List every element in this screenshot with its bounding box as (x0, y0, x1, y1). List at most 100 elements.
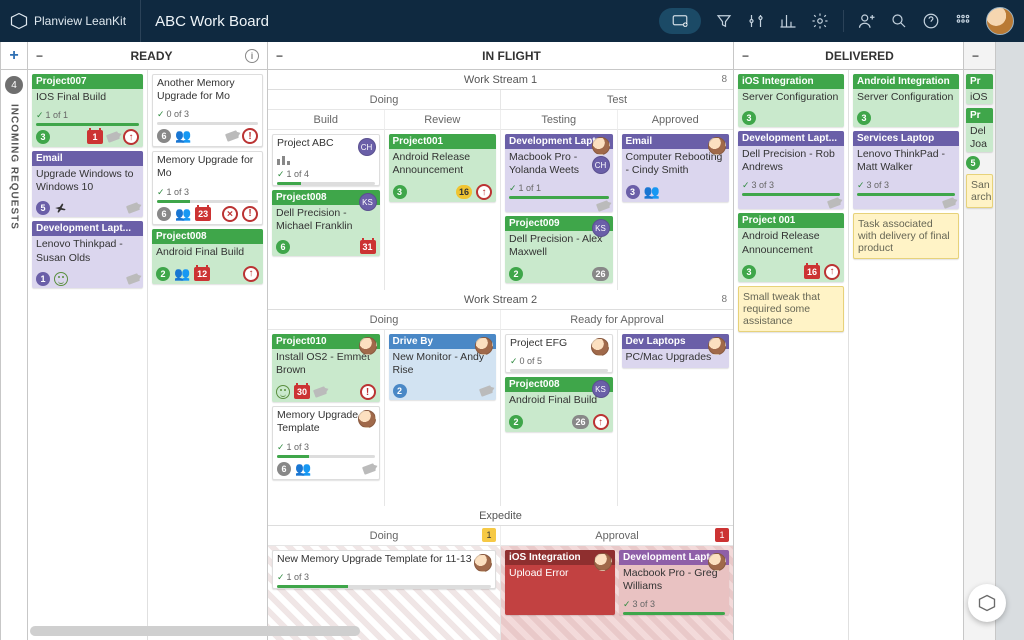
assignee-avatar (474, 554, 492, 572)
add-card-button[interactable]: + (1, 42, 27, 70)
apps-icon[interactable] (954, 12, 972, 30)
collapse-icon[interactable]: − (36, 49, 50, 63)
card[interactable]: Email Upgrade Windows to Windows 10 5 (32, 151, 143, 217)
card[interactable]: Project007 IOS Final Build ✓1 of 1 31 (32, 74, 143, 147)
smiley-icon (54, 272, 68, 286)
expedite-approval-col[interactable]: iOS Integration Upload Error Development… (501, 546, 733, 640)
tag-icon (361, 463, 375, 475)
card[interactable]: Email Computer Rebooting - Cindy Smith 3… (622, 134, 730, 202)
lane-overflow[interactable]: − PriOS PrDelJoa 5 Sanarch (964, 42, 996, 640)
tag-icon (595, 200, 609, 212)
card[interactable]: Project001 Android Release Announcement … (389, 134, 497, 202)
card-body: Android Release Announcement (738, 228, 844, 260)
ready-col-2[interactable]: Another Memory Upgrade for Mo ✓0 of 3 6👥… (148, 70, 267, 640)
present-button[interactable] (659, 8, 701, 34)
card[interactable]: Development Lapt... Macbook Pro - Greg W… (619, 550, 729, 615)
info-icon[interactable]: i (245, 49, 259, 63)
swimlane-ws2-header[interactable]: Work Stream 28 (268, 290, 733, 310)
people-icon: 👥 (175, 128, 191, 144)
card[interactable]: KS Project008 Android Final Build 226 (505, 377, 613, 432)
people-icon: 👥 (295, 461, 311, 477)
board-title: ABC Work Board (155, 13, 645, 30)
lane-header-delivered[interactable]: − DELIVERED (734, 42, 963, 70)
card[interactable]: iOS Integration Upload Error (505, 550, 615, 615)
assignee-avatar (358, 410, 376, 428)
alert-icon (360, 384, 376, 400)
delivered-col-1[interactable]: iOS Integration Server Configuration 3 D… (734, 70, 849, 640)
brand-logo[interactable]: Planview LeanKit (10, 0, 141, 42)
card[interactable]: CH Project ABC ✓1 of 4 (272, 134, 380, 186)
search-icon[interactable] (890, 12, 908, 30)
card-title: iOS Integration (738, 74, 844, 89)
card[interactable]: iOS Integration Server Configuration 3 (738, 74, 844, 127)
horizontal-scrollbar[interactable] (30, 626, 360, 636)
card[interactable]: Project EFG ✓0 of 5 (505, 334, 613, 373)
card[interactable]: Project008 Android Final Build 2👥12 (152, 229, 263, 284)
card-title: Project001 (389, 134, 497, 149)
card[interactable]: Dev Laptops PC/Mac Upgrades (622, 334, 730, 368)
lane-title: READY (58, 49, 245, 63)
ws1-review-col[interactable]: Project001 Android Release Announcement … (385, 130, 502, 290)
card-body: Lenovo ThinkPad - Matt Walker (853, 146, 959, 178)
help-icon[interactable] (922, 12, 940, 30)
swimlane-expedite-header[interactable]: Expedite (268, 506, 733, 526)
note-card[interactable]: Small tweak that required some assistanc… (738, 286, 844, 332)
card[interactable]: Project 001 Android Release Announcement… (738, 213, 844, 281)
card[interactable]: Memory Upgrade for Mo ✓1 of 3 6👥23 (152, 151, 263, 224)
card[interactable]: Development Lapt... Dell Precision - Rob… (738, 131, 844, 209)
card-body: Another Memory Upgrade for Mo (153, 75, 262, 107)
subheader-approved: Approved (618, 110, 734, 130)
levels-icon[interactable] (747, 12, 765, 30)
card-body: Upgrade Windows to Windows 10 (32, 166, 143, 198)
filter-icon[interactable] (715, 12, 733, 30)
card[interactable]: Another Memory Upgrade for Mo ✓0 of 3 6👥 (152, 74, 263, 147)
collapse-icon[interactable]: − (276, 49, 290, 63)
card-body: IOS Final Build (32, 89, 143, 108)
assignee-avatar (359, 337, 377, 355)
people-icon: 👥 (175, 206, 191, 222)
card[interactable]: New Memory Upgrade Template for 11-13 ✓1… (272, 550, 496, 589)
card-title: Development Lapt... (738, 131, 844, 146)
alert-icon (242, 128, 258, 144)
subheader-doing: Doing (268, 90, 501, 110)
user-avatar[interactable] (986, 7, 1014, 35)
add-user-icon[interactable] (858, 12, 876, 30)
card[interactable]: Memory Upgrade Template ✓1 of 3 6👥 (272, 406, 380, 479)
lane-title: IN FLIGHT (298, 49, 725, 63)
card[interactable]: KS Project008 Dell Precision - Michael F… (272, 190, 380, 256)
chart-icon[interactable] (779, 12, 797, 30)
ws2-rfa-col-1[interactable]: Project EFG ✓0 of 5 KS Project008 Androi… (501, 330, 618, 506)
collapse-icon[interactable]: − (742, 49, 756, 63)
fab-button[interactable] (968, 584, 1006, 622)
card[interactable]: Development Lapt... Lenovo Thinkpad - Su… (32, 221, 143, 287)
card[interactable]: Android Integration Server Configuration… (853, 74, 959, 127)
card[interactable]: Project010 Install OS2 - Emmet Brown 30 (272, 334, 380, 402)
assignee-avatar (592, 137, 610, 155)
ws2-doing-col-2[interactable]: Drive By New Monitor - Andy Rise 2 (385, 330, 502, 506)
ws2-rfa-col-2[interactable]: Dev Laptops PC/Mac Upgrades (618, 330, 734, 506)
ws2-doing-col-1[interactable]: Project010 Install OS2 - Emmet Brown 30 … (268, 330, 385, 506)
card[interactable]: Drive By New Monitor - Andy Rise 2 (389, 334, 497, 400)
ws1-testing-col[interactable]: CH Development Lapt... Macbook Pro - Yol… (501, 130, 618, 290)
priority-up-icon (123, 129, 139, 145)
people-icon: 👥 (174, 266, 190, 282)
collapse-icon[interactable]: − (972, 49, 979, 63)
delivered-col-2[interactable]: Android Integration Server Configuration… (849, 70, 963, 640)
people-icon: 👥 (644, 184, 660, 200)
card[interactable]: CH Development Lapt... Macbook Pro - Yol… (505, 134, 613, 212)
subheader-ready-for-approval: Ready for Approval (501, 310, 733, 330)
lane-header-inflight[interactable]: − IN FLIGHT (268, 42, 733, 70)
card[interactable]: Services Laptop Lenovo ThinkPad - Matt W… (853, 131, 959, 209)
assignee-avatar (475, 337, 493, 355)
smiley-icon (276, 385, 290, 399)
ready-col-1[interactable]: Project007 IOS Final Build ✓1 of 1 31 Em… (28, 70, 148, 640)
ws1-approved-col[interactable]: Email Computer Rebooting - Cindy Smith 3… (618, 130, 734, 290)
lane-header-ready[interactable]: − READY i (28, 42, 267, 70)
note-card[interactable]: Task associated with delivery of final p… (853, 213, 959, 259)
gear-icon[interactable] (811, 12, 829, 30)
swimlane-ws1-header[interactable]: Work Stream 18 (268, 70, 733, 90)
card[interactable]: KS Project009 Dell Precision - Alex Maxw… (505, 216, 613, 282)
incoming-lane-collapsed[interactable]: + 4 INCOMING REQUESTS (0, 42, 28, 640)
subheader-testing: Testing (501, 110, 618, 130)
ws1-build-col[interactable]: CH Project ABC ✓1 of 4 KS Project008 Del… (268, 130, 385, 290)
